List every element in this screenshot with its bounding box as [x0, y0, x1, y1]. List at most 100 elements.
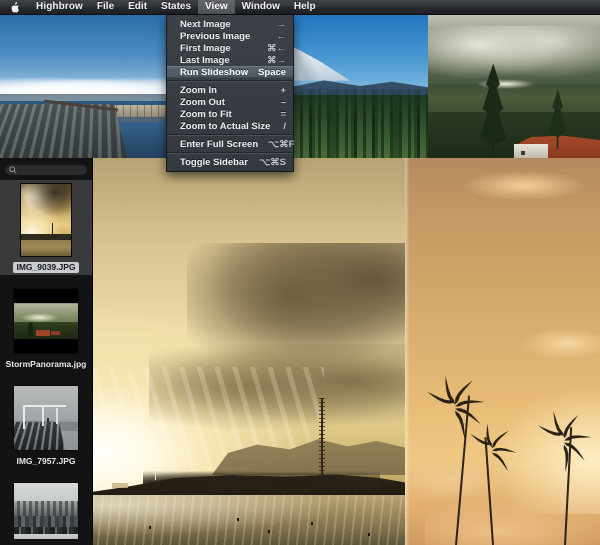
apple-logo-icon[interactable] — [0, 0, 29, 14]
sidebar: IMG_9039.JPG StormPanorama.jpg IMG_7957.… — [0, 158, 93, 545]
menu-item-toggle-sidebar[interactable]: Toggle Sidebar ⌥⌘S — [167, 156, 293, 168]
menu-item-label: Next Image — [180, 18, 231, 30]
list-item[interactable]: IMG_9039.JPG — [0, 180, 92, 275]
menu-item-label: First Image — [180, 42, 231, 54]
surfer — [367, 533, 370, 537]
house-window — [520, 151, 525, 156]
menu-separator — [167, 80, 293, 82]
menu-item-label: Zoom Out — [180, 96, 225, 108]
menu-item-run-slideshow[interactable]: Run Slideshow Space — [167, 66, 293, 78]
sidebar-bottom-gutter — [0, 539, 93, 545]
menu-item-shortcut: ⌥⌘F — [268, 138, 295, 150]
main-image-viewer[interactable] — [93, 158, 405, 545]
menu-item-shortcut: Space — [258, 66, 287, 78]
pier-boardwalk — [0, 103, 130, 158]
thumb-fir-tree — [28, 321, 34, 338]
search-field[interactable] — [4, 163, 92, 176]
thumb-ocean — [21, 240, 71, 256]
menu-title-edit[interactable]: Edit — [121, 0, 154, 14]
highbrow-app-window: Highbrow File Edit States View Window He… — [0, 0, 600, 545]
menu-item-zoom-in[interactable]: Zoom In + — [167, 84, 293, 96]
menu-item-label: Zoom to Actual Size — [180, 120, 271, 132]
menu-item-label: Enter Full Screen — [180, 138, 259, 150]
menu-item-previous-image[interactable]: Previous Image ← — [167, 30, 293, 42]
menu-item-last-image[interactable]: Last Image ⌘→ — [167, 54, 293, 66]
menu-title-states[interactable]: States — [154, 0, 198, 14]
menu-title-view[interactable]: View — [198, 0, 235, 14]
menu-item-shortcut: ⌘→ — [267, 54, 286, 66]
thumbnail-bw-town — [13, 482, 79, 545]
thumb-tower — [52, 222, 53, 236]
list-item-label: IMG_7957.JPG — [16, 456, 76, 466]
menu-item-shortcut: ← — [276, 30, 287, 42]
thumb-house-roof-2 — [51, 331, 61, 336]
thumb-letterbox — [14, 303, 78, 339]
view-dropdown-menu: Next Image → Previous Image ← First Imag… — [166, 15, 294, 172]
menu-item-zoom-to-actual-size[interactable]: Zoom to Actual Size / — [167, 120, 293, 132]
list-item[interactable]: IMG_7957.JPG — [0, 382, 92, 469]
menu-item-label: Zoom to Fit — [180, 108, 232, 120]
menu-item-label: Last Image — [180, 54, 230, 66]
menu-item-shortcut: → — [276, 18, 287, 30]
menu-item-label: Previous Image — [180, 30, 251, 42]
cloud-wisp-mid — [522, 328, 600, 360]
search-container — [0, 158, 92, 180]
thumb-bw-figure — [47, 418, 50, 423]
filmstrip-image-pier[interactable] — [0, 15, 168, 158]
menu-item-shortcut: / — [283, 120, 286, 132]
menu-item-enter-full-screen[interactable]: Enter Full Screen ⌥⌘F — [167, 138, 295, 150]
thumb-storm-cloud — [20, 313, 59, 322]
search-icon — [9, 165, 17, 174]
filmstrip-image-storm[interactable] — [428, 15, 600, 158]
ocean-surface — [93, 494, 405, 545]
palm-canopy-silhouette — [142, 463, 381, 491]
thumb-bw-railing — [22, 405, 66, 429]
menu-item-shortcut: = — [280, 108, 286, 120]
distant-building — [111, 483, 128, 489]
menu-item-shortcut: ⌥⌘S — [259, 156, 286, 168]
menu-separator — [167, 134, 293, 136]
menu-item-shortcut: + — [280, 84, 286, 96]
surfer — [311, 521, 314, 525]
thumbnail-sunset-beach — [20, 183, 72, 257]
menu-item-first-image[interactable]: First Image ⌘← — [167, 42, 293, 54]
list-item-label: IMG_9039.JPG — [13, 262, 79, 274]
distant-mast — [155, 471, 157, 481]
storm-bright-cloud — [476, 79, 535, 90]
menu-item-next-image[interactable]: Next Image → — [167, 18, 293, 30]
list-item[interactable]: IMG_7977.JPG — [0, 479, 92, 545]
surfer — [236, 517, 239, 521]
surfer — [149, 525, 152, 529]
thumb-bw-post — [56, 407, 59, 425]
menu-item-shortcut: – — [280, 96, 286, 108]
surfer — [267, 529, 270, 533]
image-edge-highlight — [405, 158, 409, 545]
search-input[interactable] — [17, 164, 92, 175]
filmstrip-row — [0, 15, 600, 158]
menu-item-label: Toggle Sidebar — [180, 156, 248, 168]
menu-separator — [167, 152, 293, 154]
palm-tree-right — [533, 427, 595, 545]
thumb-clouds — [21, 184, 71, 222]
right-image-viewer[interactable] — [405, 158, 600, 545]
menu-item-zoom-out[interactable]: Zoom Out – — [167, 96, 293, 108]
thumbnail-bw-pier — [13, 385, 79, 451]
menu-item-label: Zoom In — [180, 84, 217, 96]
list-item[interactable]: StormPanorama.jpg — [0, 285, 92, 372]
menu-item-shortcut: ⌘← — [267, 42, 286, 54]
menu-bar: Highbrow File Edit States View Window He… — [0, 0, 600, 15]
thumb-town-cars — [14, 526, 78, 535]
thumb-house-roof — [35, 330, 50, 337]
palm-tree-middle — [465, 437, 519, 545]
thumbnail-storm-panorama — [13, 288, 79, 354]
menu-title-help[interactable]: Help — [287, 0, 323, 14]
menu-item-zoom-to-fit[interactable]: Zoom to Fit = — [167, 108, 293, 120]
menu-title-highbrow[interactable]: Highbrow — [29, 0, 90, 14]
list-item-label: StormPanorama.jpg — [5, 359, 87, 369]
thumb-bw-post — [42, 405, 45, 426]
menu-title-file[interactable]: File — [90, 0, 121, 14]
menu-title-window[interactable]: Window — [235, 0, 287, 14]
cloud-wisp-top — [459, 169, 589, 201]
house-wall — [514, 143, 549, 158]
menu-item-label: Run Slideshow — [180, 66, 249, 78]
